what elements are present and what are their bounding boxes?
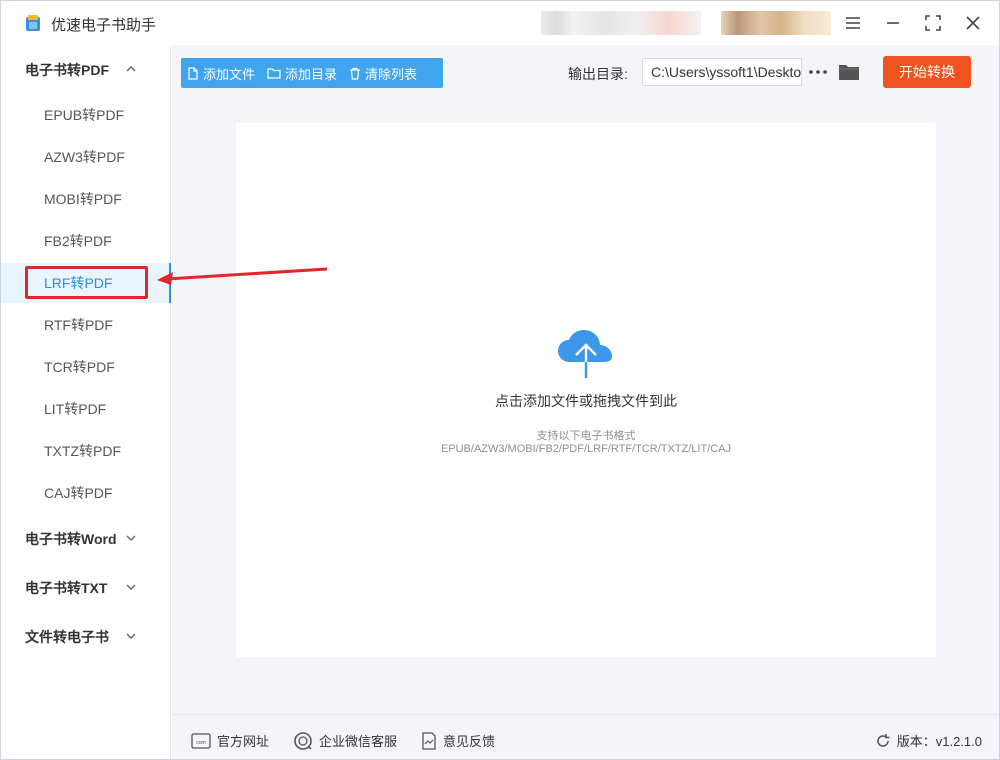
chevron-up-icon: [126, 66, 136, 72]
clear-list-label: 清除列表: [365, 66, 418, 82]
hamburger-icon: [846, 17, 860, 29]
sidebar-item-caj-to-pdf[interactable]: CAJ转PDF: [1, 473, 171, 513]
sidebar-item-lrf-to-pdf[interactable]: LRF转PDF: [1, 263, 171, 303]
sidebar-item-azw3-to-pdf[interactable]: AZW3转PDF: [1, 137, 171, 177]
footer-bar: com 官方网址 企业微信客服 意见反馈 版本：v1.2.1.0: [172, 714, 999, 759]
minimize-button[interactable]: [881, 11, 905, 35]
supported-formats-list: EPUB/AZW3/MOBI/FB2/PDF/LRF/RTF/TCR/TXTZ/…: [440, 443, 732, 455]
sidebar-item-txtz-to-pdf[interactable]: TXTZ转PDF: [1, 431, 171, 471]
close-button[interactable]: [961, 11, 985, 35]
sidebar-group-label: 电子书转TXT: [25, 580, 108, 596]
sidebar-item-label: TCR转PDF: [44, 359, 115, 375]
main-panel: 添加文件 添加目录 清除列表 输出目录: C:\Users\yssoft1\De…: [172, 45, 999, 759]
sidebar-group-file-to-ebook[interactable]: 文件转电子书: [1, 622, 171, 652]
sidebar-item-mobi-to-pdf[interactable]: MOBI转PDF: [1, 179, 171, 219]
minimize-icon: [887, 22, 899, 24]
sidebar-item-rtf-to-pdf[interactable]: RTF转PDF: [1, 305, 171, 345]
refresh-icon[interactable]: [875, 733, 891, 749]
sidebar-item-label: AZW3转PDF: [44, 149, 125, 165]
sidebar-group-label: 电子书转PDF: [25, 62, 109, 78]
app-logo-icon: [26, 15, 40, 31]
start-convert-button[interactable]: 开始转换: [883, 56, 971, 88]
version-label: 版本：v1.2.1.0: [896, 734, 982, 749]
app-window: 优速电子书助手 电子书转PDF EPUB转PDF AZW3转PDF MOBI转P…: [0, 0, 1000, 760]
clear-list-button[interactable]: 清除列表: [343, 58, 423, 88]
feedback-label: 意见反馈: [443, 734, 496, 749]
chevron-down-icon: [126, 633, 136, 639]
sidebar-item-label: LRF转PDF: [44, 275, 113, 291]
official-website-label: 官方网址: [217, 734, 270, 749]
sidebar: 电子书转PDF EPUB转PDF AZW3转PDF MOBI转PDF FB2转P…: [1, 45, 171, 759]
sidebar-item-label: CAJ转PDF: [44, 485, 113, 501]
file-icon: [188, 66, 198, 80]
version-info: 版本：v1.2.1.0: [875, 731, 982, 750]
feedback-link[interactable]: 意见反馈: [421, 731, 495, 750]
output-dir-field[interactable]: C:\Users\yssoft1\Desktop: [642, 58, 802, 86]
sidebar-item-epub-to-pdf[interactable]: EPUB转PDF: [1, 95, 171, 135]
sidebar-item-label: RTF转PDF: [44, 317, 113, 333]
add-folder-label: 添加目录: [285, 66, 338, 82]
sidebar-group-label: 电子书转Word: [25, 531, 117, 547]
add-folder-button[interactable]: 添加目录: [261, 58, 343, 88]
chevron-down-icon: [126, 584, 136, 590]
drop-zone-hint: 点击添加文件或拖拽文件到此: [495, 393, 677, 409]
menu-button[interactable]: [841, 11, 865, 35]
maximize-icon: [925, 15, 941, 31]
sidebar-item-label: MOBI转PDF: [44, 191, 122, 207]
feedback-icon: [422, 731, 436, 750]
add-file-label: 添加文件: [203, 66, 256, 82]
chevron-down-icon: [126, 535, 136, 541]
blurred-area: [721, 11, 831, 35]
website-icon: com: [191, 732, 211, 749]
more-options-icon[interactable]: [808, 59, 828, 85]
sidebar-item-fb2-to-pdf[interactable]: FB2转PDF: [1, 221, 171, 261]
open-folder-icon[interactable]: [838, 62, 860, 82]
sidebar-group-ebook-to-word[interactable]: 电子书转Word: [1, 524, 171, 554]
sidebar-group-ebook-to-txt[interactable]: 电子书转TXT: [1, 573, 171, 603]
sidebar-item-label: LIT转PDF: [44, 401, 107, 417]
file-drop-zone[interactable]: 点击添加文件或拖拽文件到此 支持以下电子书格式 EPUB/AZW3/MOBI/F…: [236, 123, 936, 657]
sidebar-group-label: 文件转电子书: [25, 629, 109, 645]
wechat-support-label: 企业微信客服: [319, 734, 398, 749]
add-file-button[interactable]: 添加文件: [181, 58, 261, 88]
sidebar-group-ebook-to-pdf[interactable]: 电子书转PDF: [1, 55, 171, 85]
output-dir-label: 输出目录:: [568, 66, 628, 82]
sidebar-item-label: FB2转PDF: [44, 233, 112, 249]
folder-icon: [267, 68, 281, 79]
sidebar-item-tcr-to-pdf[interactable]: TCR转PDF: [1, 347, 171, 387]
sidebar-item-label: EPUB转PDF: [44, 107, 125, 123]
wechat-support-link[interactable]: 企业微信客服: [293, 731, 397, 750]
cloud-upload-icon: [558, 330, 612, 378]
sidebar-item-lit-to-pdf[interactable]: LIT转PDF: [1, 389, 171, 429]
official-website-link[interactable]: com 官方网址: [191, 731, 269, 750]
maximize-button[interactable]: [921, 11, 945, 35]
trash-icon: [350, 67, 361, 80]
close-icon: [966, 16, 980, 30]
supported-formats-title: 支持以下电子书格式: [536, 430, 636, 442]
chat-icon: [294, 731, 312, 750]
sidebar-item-label: TXTZ转PDF: [44, 443, 121, 459]
file-toolbar: 添加文件 添加目录 清除列表: [181, 58, 443, 88]
title-bar: 优速电子书助手: [1, 1, 999, 45]
svg-text:com: com: [196, 740, 205, 746]
blurred-area: [541, 11, 701, 35]
app-title: 优速电子书助手: [51, 17, 157, 34]
